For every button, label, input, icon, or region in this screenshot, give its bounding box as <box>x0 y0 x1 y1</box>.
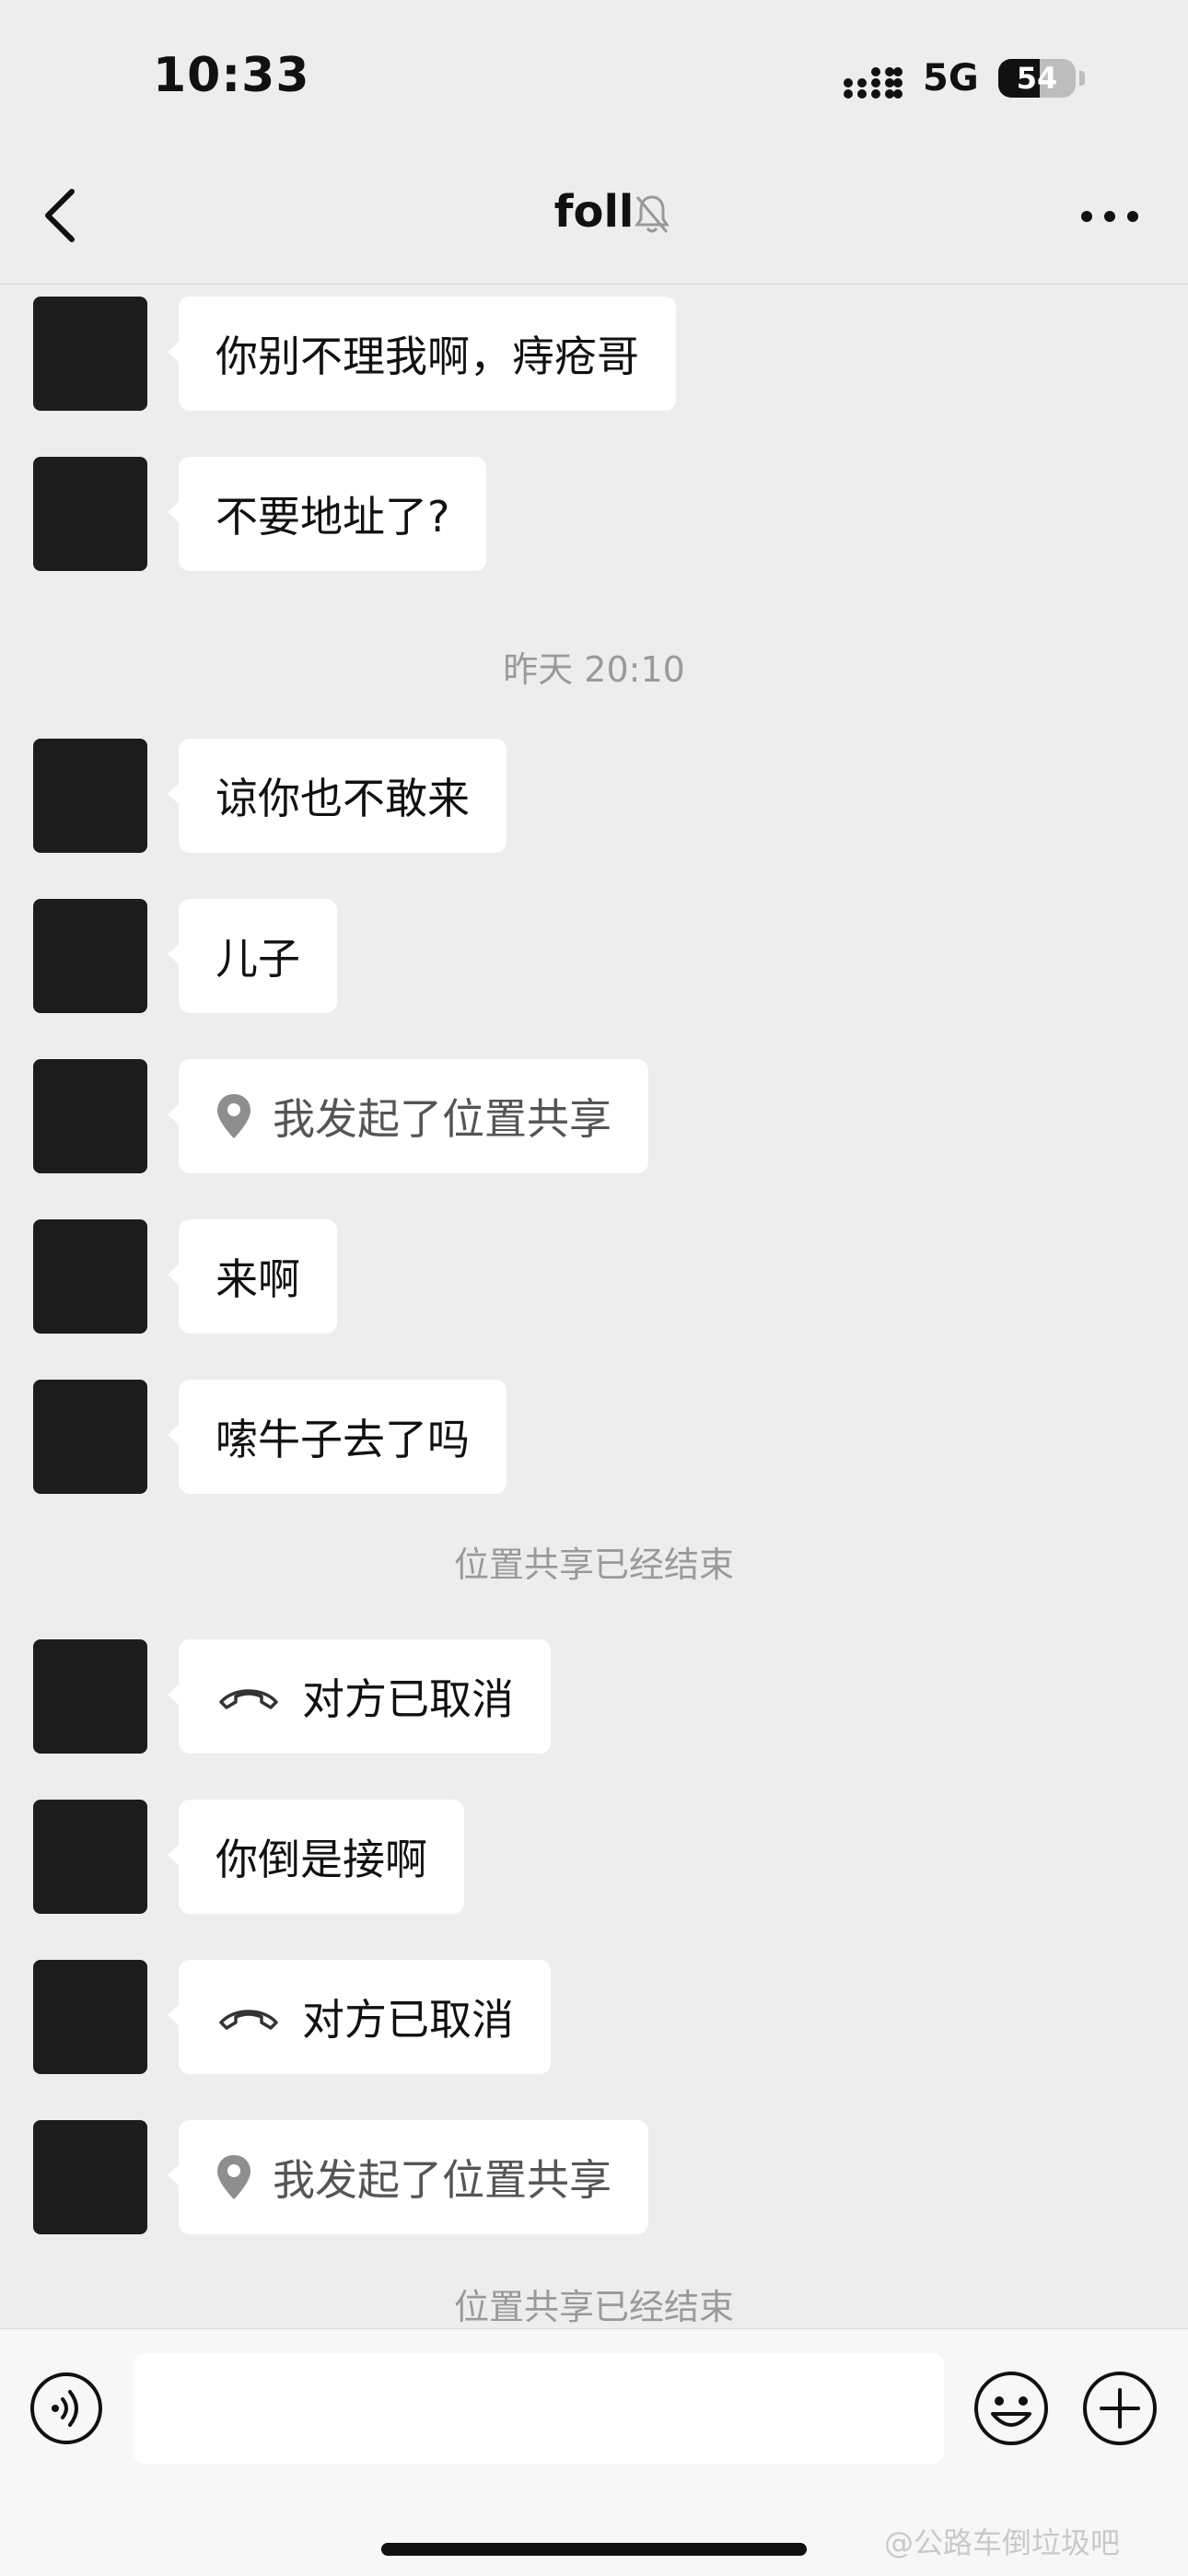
avatar[interactable] <box>33 1639 147 1754</box>
message-text: 来啊 <box>215 1254 300 1304</box>
message-text: 你别不理我啊，痔疮哥 <box>215 332 639 381</box>
avatar[interactable] <box>33 457 147 571</box>
message-text: 对方已取消 <box>302 1995 514 2045</box>
battery-icon: 54 <box>998 59 1076 98</box>
message-bubble[interactable]: 不要地址了? <box>167 457 487 571</box>
watermark: @公路车倒垃圾吧 <box>884 2525 1121 2560</box>
message-input[interactable] <box>134 2353 944 2464</box>
message-bubble[interactable]: 你别不理我啊，痔疮哥 <box>168 297 676 411</box>
avatar[interactable] <box>33 1059 147 1173</box>
message-text: 你倒是接啊 <box>215 1835 427 1884</box>
system-notice: 位置共享已经结束 <box>453 2287 734 2327</box>
location-pin-icon <box>217 1094 250 1138</box>
message-bubble[interactable]: 嗦牛子去了吗 <box>168 1380 507 1494</box>
chat-title: foll <box>553 186 635 238</box>
message-bubble[interactable]: 谅你也不敢来 <box>168 739 507 853</box>
phone-hangup-icon <box>219 2010 278 2030</box>
ellipsis-icon[interactable] <box>1077 203 1142 230</box>
emoji-icon[interactable] <box>973 2370 1050 2447</box>
message-bubble[interactable]: 你倒是接啊 <box>168 1800 464 1914</box>
message-bubble[interactable]: 来啊 <box>168 1219 337 1334</box>
call-bubble[interactable]: 对方已取消 <box>168 1960 551 2074</box>
timestamp: 昨天 20:10 <box>503 649 685 690</box>
location-share-bubble[interactable]: 我发起了位置共享 <box>168 2120 648 2234</box>
status-time: 10:33 <box>153 48 310 103</box>
message-text: 谅你也不敢来 <box>215 774 470 823</box>
message-text: 对方已取消 <box>302 1674 514 1724</box>
location-pin-icon <box>217 2155 250 2199</box>
nav-bar: foll <box>0 157 1188 285</box>
avatar[interactable] <box>33 297 147 411</box>
system-notice: 位置共享已经结束 <box>453 1544 734 1585</box>
signal-icon <box>844 67 903 99</box>
battery-level: 54 <box>1016 61 1058 96</box>
call-bubble[interactable]: 对方已取消 <box>168 1639 551 1754</box>
bell-slash-icon <box>635 195 670 233</box>
message-text: 儿子 <box>215 934 300 984</box>
avatar[interactable] <box>33 899 147 1013</box>
status-bar: 10:33 5G 54 <box>0 0 1188 157</box>
message-bubble[interactable]: 儿子 <box>168 899 337 1013</box>
avatar[interactable] <box>33 1380 147 1494</box>
location-share-bubble[interactable]: 我发起了位置共享 <box>168 1059 648 1173</box>
plus-icon[interactable] <box>1081 2370 1159 2447</box>
message-text: 我发起了位置共享 <box>273 1094 611 1144</box>
message-text: 嗦牛子去了吗 <box>215 1415 470 1464</box>
home-indicator[interactable] <box>381 2543 807 2556</box>
avatar[interactable] <box>33 739 147 853</box>
avatar[interactable] <box>33 1219 147 1334</box>
network-type: 5G <box>923 57 979 99</box>
avatar[interactable] <box>33 1800 147 1914</box>
phone-hangup-icon <box>219 1689 278 1709</box>
voice-icon[interactable] <box>29 2372 103 2445</box>
avatar[interactable] <box>33 2120 147 2234</box>
message-text: 不要地址了? <box>215 492 450 542</box>
message-text: 我发起了位置共享 <box>273 2155 611 2205</box>
avatar[interactable] <box>33 1960 147 2074</box>
